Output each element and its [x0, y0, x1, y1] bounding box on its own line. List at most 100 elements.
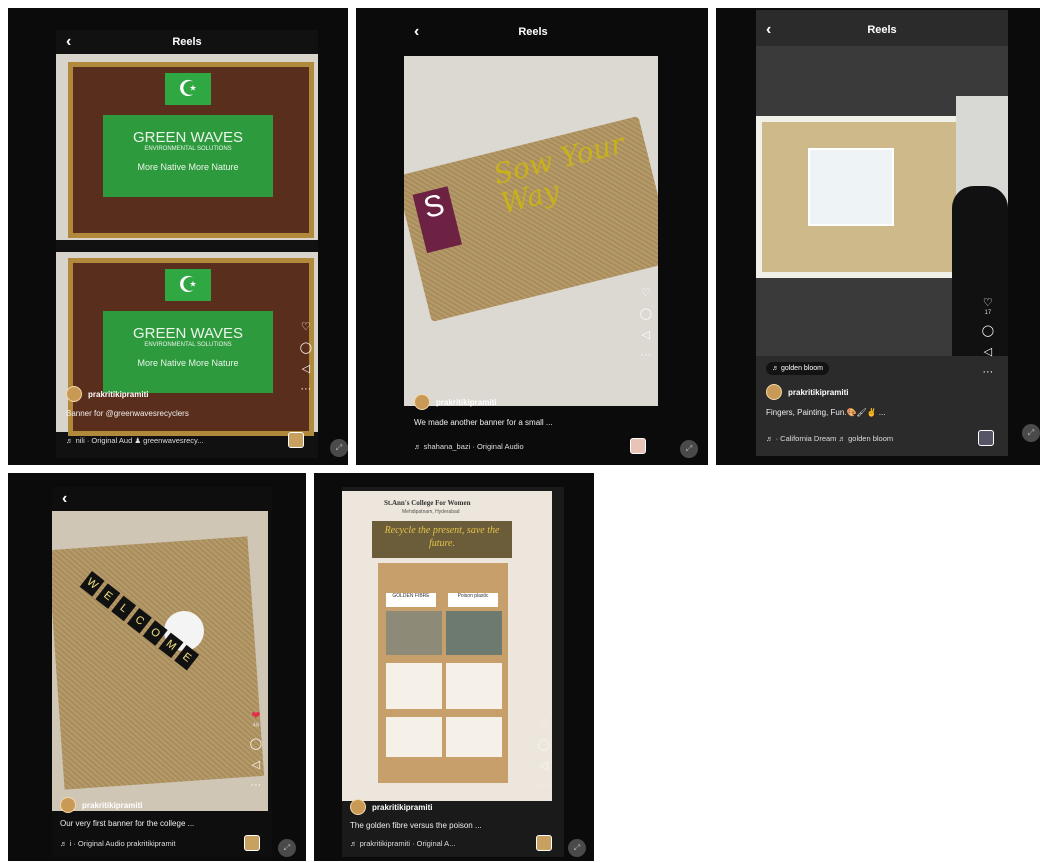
- person-figure: [952, 186, 1008, 356]
- audio-label[interactable]: ♬ prakritikipramiti · Original A...: [350, 839, 455, 848]
- back-icon[interactable]: ‹: [414, 20, 419, 44]
- heart-icon[interactable]: ♡: [983, 296, 993, 309]
- column-label-golden: GOLDEN FIBRE: [386, 593, 436, 607]
- more-icon[interactable]: ···: [538, 780, 549, 792]
- action-bar: ♡ ◯ ◁ ···: [300, 320, 312, 395]
- comment-icon[interactable]: ◯: [300, 341, 312, 354]
- share-icon[interactable]: ◁: [302, 362, 310, 375]
- expand-icon[interactable]: ⤢: [568, 839, 586, 857]
- caption[interactable]: The golden fibre versus the poison ...: [350, 821, 482, 830]
- audio-label[interactable]: ♬ nili · Original Aud ♟ greenwavesrecy..…: [66, 436, 203, 445]
- username[interactable]: prakritikipramiti: [788, 388, 848, 397]
- banner-text: GREEN WAVES: [132, 129, 244, 146]
- reel-title: Reels: [172, 36, 202, 48]
- reel-panel-4: ‹ W E L C O M E ❤ 46 ◯ ◁ ··· prakritikip…: [8, 473, 306, 861]
- column-label-plastic: Poison plastic: [448, 593, 498, 607]
- comment-icon[interactable]: ◯: [640, 307, 652, 320]
- audio-thumbnail[interactable]: [630, 438, 646, 454]
- banner-image-top: ☪ GREEN WAVES ENVIRONMENTAL SOLUTIONS Mo…: [56, 54, 318, 240]
- username[interactable]: prakritikipramiti: [436, 398, 496, 407]
- share-icon[interactable]: ◁: [540, 759, 548, 772]
- poster-subtitle: Mehdipatnam, Hyderabad: [402, 509, 460, 515]
- action-bar: ♡ ◯ ◁ ···: [640, 286, 652, 361]
- back-icon[interactable]: ‹: [766, 18, 771, 42]
- username[interactable]: prakritikipramiti: [88, 390, 148, 399]
- heart-filled-icon[interactable]: ❤: [251, 709, 260, 722]
- more-icon[interactable]: ···: [250, 779, 261, 791]
- avatar[interactable]: [766, 384, 782, 400]
- heart-icon[interactable]: ♡: [301, 320, 311, 333]
- caption[interactable]: Fingers, Painting, Fun.🎨🖌✌ ...: [766, 408, 885, 417]
- heart-icon[interactable]: ♡: [641, 286, 651, 299]
- like-count: 46: [252, 723, 260, 729]
- expand-icon[interactable]: ⤢: [1022, 424, 1040, 442]
- action-bar: ♡ 17 ◯ ◁ ···: [982, 296, 994, 378]
- expand-icon[interactable]: ⤢: [330, 439, 348, 457]
- caption[interactable]: Our very first banner for the college ..…: [60, 819, 194, 828]
- reel-frame-5[interactable]: ‹ St.Ann's College For Women Mehdipatnam…: [342, 487, 564, 857]
- reel-header: ‹ Reels: [56, 30, 318, 54]
- banner-tagline: More Native More Nature: [137, 358, 239, 368]
- user-row[interactable]: prakritikipramiti: [66, 386, 148, 402]
- caption[interactable]: Banner for @greenwavesrecyclers: [66, 409, 189, 418]
- reel-title: Reels: [867, 24, 897, 36]
- logo-icon: ☪: [165, 269, 211, 301]
- avatar[interactable]: [60, 797, 76, 813]
- avatar[interactable]: [350, 799, 366, 815]
- username[interactable]: prakritikipramiti: [372, 803, 432, 812]
- share-icon[interactable]: ◁: [252, 758, 260, 771]
- banner-subtext: ENVIRONMENTAL SOLUTIONS: [144, 342, 232, 348]
- banner-image-bottom: ☪ GREEN WAVES ENVIRONMENTAL SOLUTIONS Mo…: [56, 252, 318, 436]
- letter-s-flag: S: [412, 186, 462, 254]
- audio-tag[interactable]: ♬ golden bloom: [766, 362, 829, 375]
- action-bar: ❤ 46 ◯ ◁ ···: [250, 709, 262, 791]
- poster-slogan: Recycle the present, save the future.: [372, 521, 512, 558]
- reel-frame-3[interactable]: ‹ Reels ♬ golden bloom ♡ 17 ◯ ◁ ··· prakr…: [756, 10, 1008, 456]
- audio-thumbnail[interactable]: [288, 432, 304, 448]
- text-card: [386, 663, 442, 709]
- user-row[interactable]: prakritikipramiti: [414, 394, 496, 410]
- avatar[interactable]: [66, 386, 82, 402]
- user-row[interactable]: prakritikipramiti: [60, 797, 142, 813]
- expand-icon[interactable]: ⤢: [680, 440, 698, 458]
- reel-frame-4[interactable]: ‹ W E L C O M E ❤ 46 ◯ ◁ ··· prakritikip…: [52, 487, 272, 857]
- poster-image: St.Ann's College For Women Mehdipatnam, …: [342, 491, 552, 801]
- more-icon[interactable]: ···: [640, 349, 651, 361]
- audio-label[interactable]: ♬ shahana_bazi · Original Audio: [414, 442, 524, 451]
- logo-icon: ☪: [165, 73, 211, 105]
- golden-fibre-photo: [386, 611, 442, 655]
- welcome-banner-image: W E L C O M E: [52, 511, 268, 811]
- banner-text: Sow Your Way: [490, 126, 628, 221]
- more-icon[interactable]: ···: [982, 366, 993, 378]
- reel-header: ‹: [52, 487, 272, 511]
- comment-icon[interactable]: ◯: [982, 324, 994, 337]
- reel-header: ‹ Reels: [404, 20, 662, 44]
- audio-thumbnail[interactable]: [978, 430, 994, 446]
- back-icon[interactable]: ‹: [62, 487, 67, 511]
- banner-tagline: More Native More Nature: [137, 162, 239, 172]
- user-row[interactable]: prakritikipramiti: [766, 384, 848, 400]
- share-icon[interactable]: ◁: [984, 345, 992, 358]
- user-row[interactable]: prakritikipramiti: [350, 799, 432, 815]
- back-icon[interactable]: ‹: [66, 30, 71, 54]
- avatar[interactable]: [414, 394, 430, 410]
- audio-thumbnail[interactable]: [536, 835, 552, 851]
- audio-label[interactable]: ♬ i · Original Audio prakritikipramit: [60, 839, 175, 848]
- comment-icon[interactable]: ◯: [250, 737, 262, 750]
- expand-icon[interactable]: ⤢: [278, 839, 296, 857]
- heart-icon[interactable]: ♡: [539, 717, 549, 730]
- more-icon[interactable]: ···: [300, 383, 311, 395]
- reel-panel-1: ‹ Reels ☪ GREEN WAVES ENVIRONMENTAL SOLUT…: [8, 8, 348, 465]
- comment-icon[interactable]: ◯: [538, 738, 550, 751]
- username[interactable]: prakritikipramiti: [82, 801, 142, 810]
- plastic-photo: [446, 611, 502, 655]
- share-icon[interactable]: ◁: [642, 328, 650, 341]
- audio-thumbnail[interactable]: [244, 835, 260, 851]
- reel-frame-2[interactable]: ‹ Reels S Sow Your Way ♡ ◯ ◁ ··· prakriti…: [404, 20, 662, 456]
- reel-panel-3: ‹ Reels ♬ golden bloom ♡ 17 ◯ ◁ ··· prakr…: [716, 8, 1040, 465]
- like-count: 17: [984, 310, 992, 316]
- caption[interactable]: We made another banner for a small ...: [414, 418, 553, 427]
- text-card: [386, 717, 442, 757]
- audio-label[interactable]: ♬ · California Dream ♬ golden bloom: [766, 434, 893, 443]
- reel-frame-1[interactable]: ‹ Reels ☪ GREEN WAVES ENVIRONMENTAL SOLUT…: [56, 30, 318, 458]
